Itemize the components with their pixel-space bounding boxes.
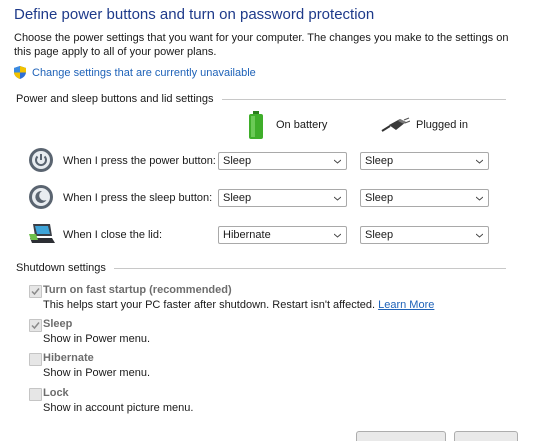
change-settings-link[interactable]: Change settings that are currently unava… (14, 66, 256, 79)
selected-value: Sleep (365, 229, 394, 241)
battery-icon (249, 111, 263, 139)
cancel-button[interactable] (454, 431, 518, 441)
power-plug-icon (381, 117, 410, 132)
fast-startup-checkbox[interactable] (29, 285, 42, 298)
chevron-down-icon (476, 196, 483, 201)
close-lid-label: When I close the lid: (63, 229, 163, 241)
hibernate-option-desc: Show in Power menu. (43, 367, 150, 379)
fast-startup-desc: This helps start your PC faster after sh… (43, 299, 434, 311)
page-title: Define power buttons and turn on passwor… (14, 6, 375, 23)
uac-shield-icon (14, 66, 26, 79)
sleep-button-label: When I press the sleep button: (63, 192, 213, 204)
plugged-in-column-header: Plugged in (380, 117, 468, 133)
sleep-button-icon (29, 185, 53, 209)
hibernate-option-title: Hibernate (43, 352, 94, 364)
laptop-lid-icon (29, 224, 55, 243)
sleep-option-desc: Show in Power menu. (43, 333, 150, 345)
power-sleep-section-title: Power and sleep buttons and lid settings (16, 93, 214, 105)
power-sleep-section-header: Power and sleep buttons and lid settings (16, 93, 506, 105)
section-divider (221, 98, 506, 100)
lock-option-title: Lock (43, 387, 69, 399)
hibernate-checkbox[interactable] (29, 353, 42, 366)
fast-startup-desc-text: This helps start your PC faster after sh… (43, 299, 376, 311)
selected-value: Sleep (365, 155, 394, 167)
sleep-button-battery-select[interactable]: Sleep (218, 189, 347, 207)
lock-checkbox[interactable] (29, 388, 42, 401)
shutdown-section-title: Shutdown settings (16, 262, 106, 274)
section-divider (113, 267, 506, 269)
sleep-option-title: Sleep (43, 318, 73, 330)
checkmark-icon (31, 322, 40, 330)
save-changes-button[interactable] (356, 431, 446, 441)
close-lid-plugged-select[interactable]: Sleep (360, 226, 489, 244)
selected-value: Sleep (365, 192, 394, 204)
shutdown-section-header: Shutdown settings (16, 262, 506, 274)
sleep-checkbox[interactable] (29, 319, 42, 332)
chevron-down-icon (334, 233, 341, 238)
sleep-button-plugged-select[interactable]: Sleep (360, 189, 489, 207)
power-button-label: When I press the power button: (63, 155, 216, 167)
chevron-down-icon (476, 159, 483, 164)
chevron-down-icon (334, 196, 341, 201)
change-settings-label[interactable]: Change settings that are currently unava… (32, 67, 256, 79)
selected-value: Sleep (223, 155, 252, 167)
on-battery-column-header: On battery (248, 111, 327, 139)
close-lid-battery-select[interactable]: Hibernate (218, 226, 347, 244)
checkmark-icon (31, 288, 40, 296)
power-button-plugged-select[interactable]: Sleep (360, 152, 489, 170)
plugged-in-label: Plugged in (416, 119, 468, 131)
chevron-down-icon (334, 159, 341, 164)
lock-option-desc: Show in account picture menu. (43, 402, 194, 414)
page-description: Choose the power settings that you want … (14, 32, 509, 58)
fast-startup-title: Turn on fast startup (recommended) (43, 284, 232, 296)
learn-more-link[interactable]: Learn More (378, 299, 434, 311)
selected-value: Sleep (223, 192, 252, 204)
selected-value: Hibernate (223, 229, 271, 241)
on-battery-label: On battery (276, 119, 328, 131)
power-options-page: Define power buttons and turn on passwor… (0, 0, 540, 441)
power-button-battery-select[interactable]: Sleep (218, 152, 347, 170)
power-button-icon (29, 148, 53, 172)
chevron-down-icon (476, 233, 483, 238)
